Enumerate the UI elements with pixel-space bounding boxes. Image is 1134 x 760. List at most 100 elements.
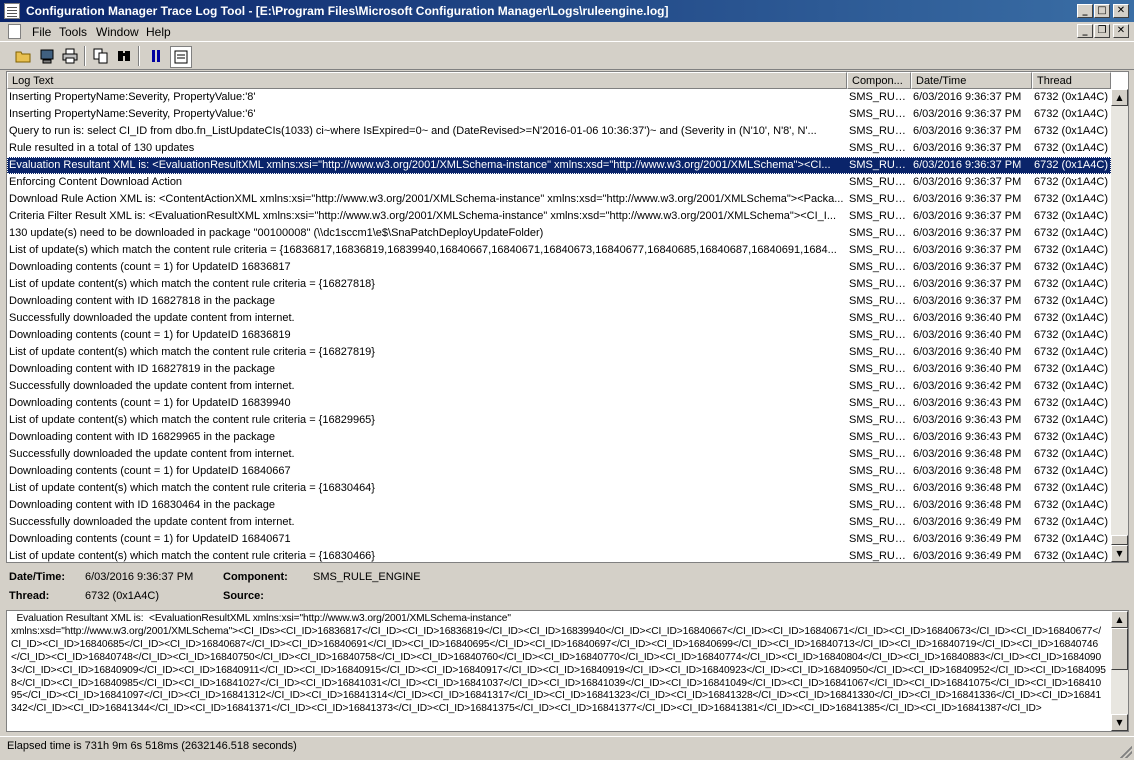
thread-cell: 6732 (0x1A4C)	[1034, 244, 1108, 256]
table-row[interactable]: List of update content(s) which match th…	[7, 412, 1111, 429]
message-scrollbar[interactable]: ▲ ▼	[1111, 611, 1128, 731]
table-row[interactable]: Downloading content with ID 16830464 in …	[7, 497, 1111, 514]
component-cell: SMS_RULE_I	[849, 533, 909, 545]
thread-cell: 6732 (0x1A4C)	[1034, 210, 1108, 222]
log-text-cell: Successfully downloaded the update conte…	[9, 516, 295, 528]
scroll-up-arrow-icon[interactable]: ▲	[1111, 89, 1128, 106]
table-row[interactable]: Downloading contents (count = 1) for Upd…	[7, 531, 1111, 548]
log-list-scrollbar[interactable]: ▲ ▼	[1111, 89, 1128, 562]
log-text-cell: Successfully downloaded the update conte…	[9, 448, 295, 460]
message-textbox[interactable]: Evaluation Resultant XML is: <Evaluation…	[6, 610, 1129, 732]
thread-cell: 6732 (0x1A4C)	[1034, 346, 1108, 358]
scroll-thumb[interactable]	[1111, 535, 1128, 545]
table-row[interactable]: Downloading contents (count = 1) for Upd…	[7, 463, 1111, 480]
table-row[interactable]: Successfully downloaded the update conte…	[7, 446, 1111, 463]
table-row[interactable]: List of update content(s) which match th…	[7, 276, 1111, 293]
component-cell: SMS_RULE_I	[849, 227, 909, 239]
table-row[interactable]: Downloading contents (count = 1) for Upd…	[7, 259, 1111, 276]
table-row[interactable]: Successfully downloaded the update conte…	[7, 310, 1111, 327]
table-row[interactable]: Criteria Filter Result XML is: <Evaluati…	[7, 208, 1111, 225]
document-icon[interactable]	[8, 24, 21, 39]
component-cell: SMS_RULE_I	[849, 312, 909, 324]
table-row[interactable]: List of update content(s) which match th…	[7, 344, 1111, 361]
menu-file[interactable]: File	[32, 25, 51, 39]
scroll-thumb[interactable]	[1111, 628, 1128, 670]
table-row[interactable]: Inserting PropertyName:Severity, Propert…	[7, 89, 1111, 106]
toolbar-separator	[138, 46, 140, 66]
thread-cell: 6732 (0x1A4C)	[1034, 142, 1108, 154]
thread-cell: 6732 (0x1A4C)	[1034, 176, 1108, 188]
log-text-cell: Successfully downloaded the update conte…	[9, 380, 295, 392]
minimize-button[interactable]: _	[1077, 4, 1093, 18]
thread-cell: 6732 (0x1A4C)	[1034, 193, 1108, 205]
doc-restore-button[interactable]: ❐	[1094, 24, 1110, 38]
log-text-cell: Downloading content with ID 16827818 in …	[9, 295, 276, 307]
thread-cell: 6732 (0x1A4C)	[1034, 448, 1108, 460]
thread-cell: 6732 (0x1A4C)	[1034, 533, 1108, 545]
column-header-thread[interactable]: Thread	[1032, 72, 1111, 89]
table-row[interactable]: Download Rule Action XML is: <ContentAct…	[7, 191, 1111, 208]
component-cell: SMS_RULE_I	[849, 465, 909, 477]
table-row[interactable]: Enforcing Content Download Action SMS_RUL…	[7, 174, 1111, 191]
print-icon[interactable]	[60, 46, 80, 66]
doc-minimize-button[interactable]: _	[1077, 24, 1093, 38]
open-folder-icon[interactable]	[13, 46, 33, 66]
table-row[interactable]: Downloading content with ID 16829965 in …	[7, 429, 1111, 446]
pause-icon[interactable]	[146, 46, 166, 66]
table-row[interactable]: Inserting PropertyName:Severity, Propert…	[7, 106, 1111, 123]
log-text-cell: List of update content(s) which match th…	[9, 278, 375, 290]
column-header-component[interactable]: Compon...	[847, 72, 911, 89]
log-text-cell: List of update content(s) which match th…	[9, 346, 375, 358]
table-row[interactable]: List of update content(s) which match th…	[7, 548, 1111, 562]
log-text-cell: Rule resulted in a total of 130 updates	[9, 142, 195, 154]
table-row[interactable]: Rule resulted in a total of 130 updates S…	[7, 140, 1111, 157]
column-header-log-text[interactable]: Log Text	[7, 72, 847, 89]
table-row[interactable]: List of update content(s) which match th…	[7, 480, 1111, 497]
log-text-cell: Downloading content with ID 16830464 in …	[9, 499, 276, 511]
table-row[interactable]: Downloading contents (count = 1) for Upd…	[7, 327, 1111, 344]
copy-icon[interactable]	[91, 46, 111, 66]
menu-tools[interactable]: Tools	[59, 25, 87, 39]
thread-cell: 6732 (0x1A4C)	[1034, 414, 1108, 426]
thread-cell: 6732 (0x1A4C)	[1034, 295, 1108, 307]
log-text-cell: Inserting PropertyName:Severity, Propert…	[9, 91, 256, 103]
component-cell: SMS_RULE_I	[849, 414, 909, 426]
thread-cell: 6732 (0x1A4C)	[1034, 482, 1108, 494]
thread-cell: 6732 (0x1A4C)	[1034, 431, 1108, 443]
close-button[interactable]: ✕	[1113, 4, 1129, 18]
find-icon[interactable]	[114, 46, 134, 66]
resize-grip-icon[interactable]	[1120, 746, 1132, 758]
thread-cell: 6732 (0x1A4C)	[1034, 499, 1108, 511]
menu-help[interactable]: Help	[146, 25, 171, 39]
table-row[interactable]: Downloading contents (count = 1) for Upd…	[7, 395, 1111, 412]
server-icon[interactable]	[37, 46, 57, 66]
component-cell: SMS_RULE_I	[849, 431, 909, 443]
log-text-cell: Download Rule Action XML is: <ContentAct…	[9, 193, 844, 205]
log-text-cell: List of update content(s) which match th…	[9, 414, 375, 426]
thread-cell: 6732 (0x1A4C)	[1034, 363, 1108, 375]
maximize-button[interactable]: □	[1094, 4, 1110, 18]
scroll-down-arrow-icon[interactable]: ▼	[1111, 545, 1128, 562]
table-row[interactable]: 130 update(s) need to be downloaded in p…	[7, 225, 1111, 242]
table-row[interactable]: Query to run is: select CI_ID from dbo.f…	[7, 123, 1111, 140]
scroll-up-arrow-icon[interactable]: ▲	[1111, 611, 1128, 628]
table-row[interactable]: Successfully downloaded the update conte…	[7, 514, 1111, 531]
table-row[interactable]: Evaluation Resultant XML is: <Evaluation…	[7, 157, 1111, 174]
doc-close-button[interactable]: ✕	[1113, 24, 1129, 38]
component-cell: SMS_RULE_I	[849, 278, 909, 290]
scroll-down-arrow-icon[interactable]: ▼	[1111, 714, 1128, 731]
app-icon[interactable]	[4, 3, 20, 19]
table-row[interactable]: List of update(s) which match the conten…	[7, 242, 1111, 259]
table-row[interactable]: Downloading content with ID 16827818 in …	[7, 293, 1111, 310]
component-cell: SMS_RULE_I	[849, 142, 909, 154]
table-row[interactable]: Downloading content with ID 16827819 in …	[7, 361, 1111, 378]
table-row[interactable]: Successfully downloaded the update conte…	[7, 378, 1111, 395]
menu-window[interactable]: Window	[96, 25, 139, 39]
thread-cell: 6732 (0x1A4C)	[1034, 465, 1108, 477]
component-cell: SMS_RULE_I	[849, 193, 909, 205]
component-cell: SMS_RULE_I	[849, 380, 909, 392]
title-bar[interactable]: Configuration Manager Trace Log Tool - […	[0, 0, 1134, 22]
column-header-datetime[interactable]: Date/Time	[911, 72, 1032, 89]
highlight-icon[interactable]	[170, 46, 192, 68]
log-list[interactable]: Log Text Compon... Date/Time Thread Inse…	[6, 71, 1129, 563]
